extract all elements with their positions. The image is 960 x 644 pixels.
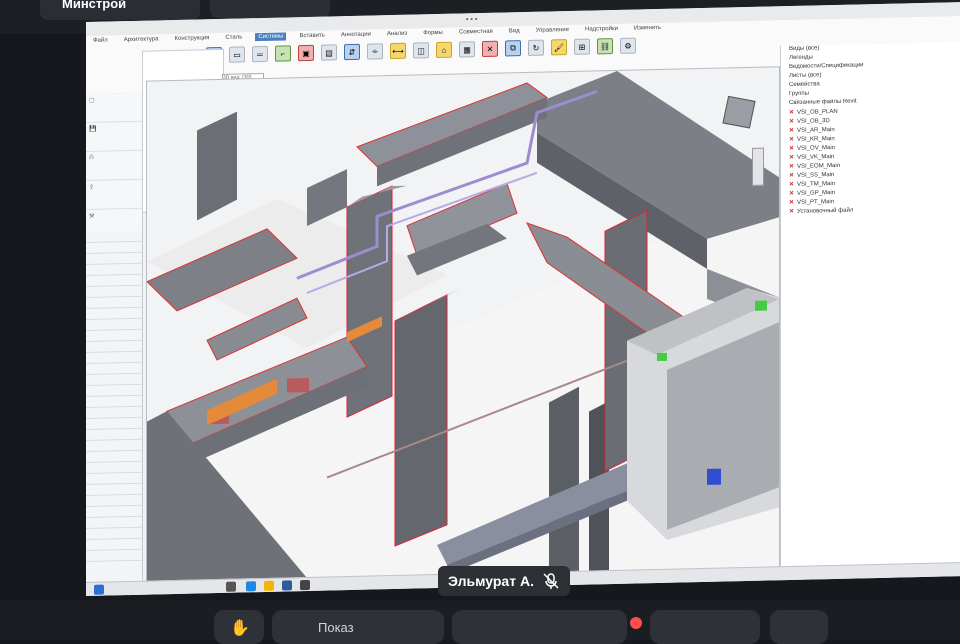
tree-row-label: VSI_OV_Main <box>797 145 836 152</box>
lp-save[interactable]: 💾 <box>86 121 142 152</box>
tree-row-label: VSI_EOM_Main <box>797 162 841 170</box>
project-browser: Виды (все) Легенды Ведомости/Спецификации Л… <box>780 42 960 567</box>
unloaded-icon: ✕ <box>789 145 795 153</box>
rotate-icon[interactable]: ↻ <box>528 39 544 56</box>
tree-row-label: Листы (все) <box>789 72 822 80</box>
participants-button[interactable] <box>452 610 627 644</box>
more-button[interactable] <box>650 610 760 644</box>
delete-icon[interactable]: ✕ <box>482 40 498 58</box>
participant-name: Минстрой <box>62 0 127 11</box>
ribbon-tab[interactable]: Надстройки <box>582 25 621 34</box>
tree-row-label: VSI_PT_Main <box>797 199 835 206</box>
gesture-button[interactable]: ✋ <box>214 610 264 644</box>
tree-row-label: Группы <box>789 90 809 98</box>
ribbon-tab[interactable]: Сталь <box>222 33 245 42</box>
explorer-icon[interactable] <box>264 580 274 591</box>
lp-select[interactable]: ▢ <box>86 92 142 123</box>
tree-row-label: VSI_KR_Main <box>797 136 835 143</box>
tree-row-label: Связанные файлы Revit <box>789 98 857 107</box>
settings-icon[interactable]: ⚙ <box>620 37 636 54</box>
unloaded-icon: ✕ <box>789 127 795 135</box>
shared-screen: ▪ ▪ ▪ Файл Архитектура Конструкция Сталь Сис… <box>86 2 960 597</box>
tag-icon[interactable]: ⌂ <box>436 41 452 59</box>
paint-icon[interactable]: 🖌 <box>551 39 567 56</box>
participant-tile[interactable]: Минстрой <box>40 0 200 20</box>
ribbon-tab[interactable]: Аннотации <box>338 30 374 39</box>
ribbon-tab[interactable]: Файл <box>90 36 111 44</box>
start-icon[interactable] <box>94 584 104 595</box>
view-icon[interactable]: ▦ <box>459 41 475 58</box>
ribbon-tab[interactable]: Формы <box>420 29 446 38</box>
link-icon[interactable]: ⛓ <box>597 38 613 55</box>
unloaded-icon: ✕ <box>789 172 795 180</box>
copy-icon[interactable]: ⧉ <box>505 40 521 57</box>
tree-row-label: VSI_SS_Main <box>797 172 835 179</box>
edge-icon[interactable] <box>246 581 256 592</box>
equipment-icon[interactable]: ▣ <box>298 44 314 62</box>
unloaded-icon: ✕ <box>789 181 795 189</box>
tree-row-label: Виды (все) <box>789 45 820 53</box>
lp-export[interactable]: ⇪ <box>86 179 142 210</box>
terminal-icon[interactable]: ▤ <box>321 44 337 61</box>
unloaded-icon: ✕ <box>789 190 795 198</box>
property-row[interactable] <box>86 549 142 562</box>
leave-button[interactable] <box>770 610 828 644</box>
app-title: ▪ ▪ ▪ <box>466 16 478 24</box>
trim-icon[interactable]: ⌯ <box>367 43 383 60</box>
tree-row-label: Легенды <box>789 54 813 62</box>
3d-model[interactable] <box>146 67 779 592</box>
properties-panel <box>86 230 143 584</box>
align-icon[interactable]: ⇵ <box>344 43 360 61</box>
tree-row-label: VSI_AR_Main <box>797 127 835 134</box>
pipe-icon[interactable]: ═ <box>252 45 268 63</box>
ribbon-tab[interactable]: Архитектура <box>121 35 162 44</box>
share-screen-button[interactable]: Показ <box>272 610 444 644</box>
ribbon-tab[interactable]: Вид <box>506 27 523 35</box>
unloaded-icon: ✕ <box>789 208 795 216</box>
ribbon-tab[interactable]: Управление <box>533 26 572 35</box>
measure-icon[interactable]: ⟷ <box>390 42 406 60</box>
ribbon-tab[interactable]: Системы <box>255 32 287 42</box>
tree-row-label: VSI_GP_Main <box>797 190 836 197</box>
ribbon-tab[interactable]: Совместная <box>456 28 496 37</box>
unloaded-icon: ✕ <box>789 118 795 126</box>
participant-tile-2[interactable] <box>210 0 330 18</box>
group-icon[interactable]: ⊞ <box>574 38 590 55</box>
share-screen-label: Показ <box>318 620 354 635</box>
tree-row-label: VSI_OB_3D <box>797 118 830 125</box>
record-indicator <box>630 617 642 629</box>
ribbon-tab[interactable]: Конструкция <box>172 34 213 43</box>
lp-print[interactable]: ⎙ <box>86 150 142 181</box>
unloaded-icon: ✕ <box>789 154 795 162</box>
navisworks-icon[interactable] <box>300 579 310 591</box>
tree-row-label: VSI_OB_PLAN <box>797 108 838 116</box>
ribbon-tab[interactable]: Изменить <box>631 24 664 33</box>
unloaded-icon: ✕ <box>789 163 795 171</box>
fitting-icon[interactable]: ⌐ <box>275 45 291 62</box>
unloaded-icon: ✕ <box>789 199 795 207</box>
3d-viewport[interactable] <box>146 66 780 593</box>
ribbon-tools: ↖ ▭ ═ ⌐ ▣ ▤ ⇵ ⌯ ⟷ ◫ ⌂ ▦ ✕ ⧉ ↻ 🖌 ⊞ ⛓ ⚙ <box>206 37 636 64</box>
nav-bar[interactable] <box>752 147 764 186</box>
microphone-muted-icon <box>543 573 559 589</box>
tree-row-label: Ведомости/Спецификации <box>789 62 864 71</box>
ribbon-tab[interactable]: Вставить <box>296 32 327 41</box>
tree-row-label: Семейства <box>789 81 820 89</box>
tree-row-label: Установочный файл <box>797 207 854 215</box>
speaker-name: Эльмурат А. <box>448 573 534 589</box>
section-icon[interactable]: ◫ <box>413 42 429 59</box>
search-icon[interactable] <box>226 581 236 592</box>
tree-row-label: VSI_VK_Main <box>797 154 835 161</box>
ribbon-tab[interactable]: Анализ <box>384 30 410 39</box>
gesture-icon: ✋ <box>230 620 250 637</box>
active-speaker-label: Эльмурат А. <box>438 566 570 596</box>
tree-row-label: VSI_TM_Main <box>797 181 836 188</box>
unloaded-icon: ✕ <box>789 109 795 117</box>
unloaded-icon: ✕ <box>789 136 795 144</box>
view-cube-icon[interactable] <box>722 95 756 129</box>
duct-icon[interactable]: ▭ <box>229 46 245 63</box>
revit-icon[interactable] <box>282 580 292 591</box>
